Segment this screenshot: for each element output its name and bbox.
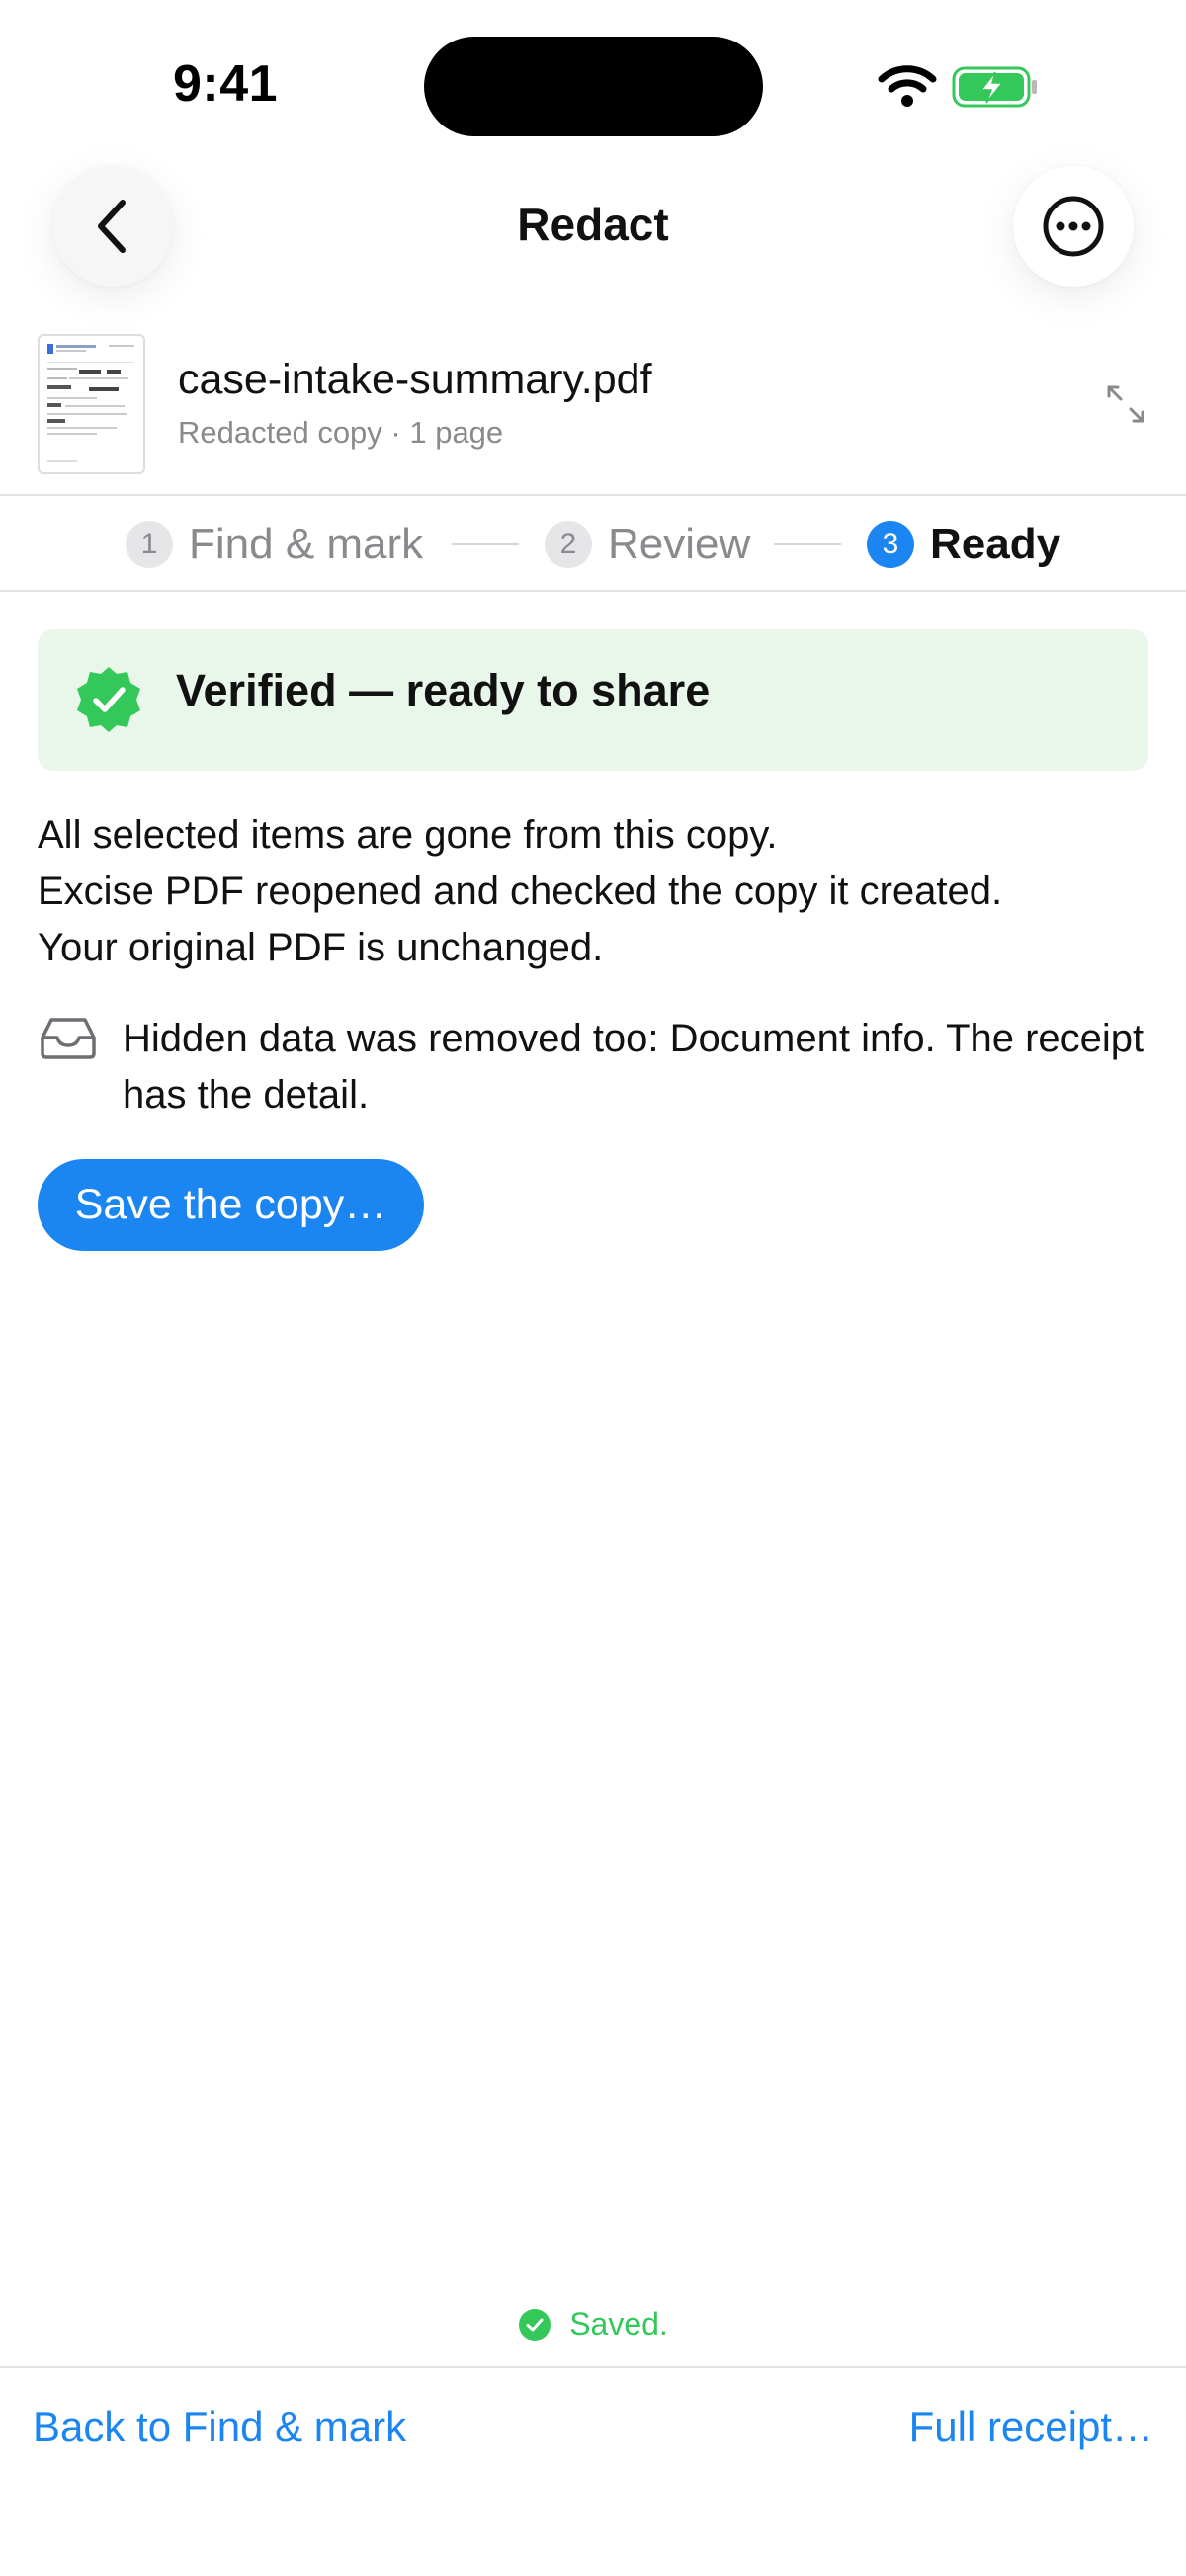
document-preview-icon [47, 344, 134, 462]
description-line: Excise PDF reopened and checked the copy… [38, 870, 1003, 913]
step-find-mark[interactable]: 1 Find & mark [126, 514, 423, 575]
step-number: 2 [545, 521, 592, 568]
dynamic-island [424, 37, 763, 136]
more-button[interactable] [1013, 166, 1134, 287]
wifi-icon [878, 65, 937, 107]
step-number: 3 [867, 521, 914, 568]
description-line: All selected items are gone from this co… [38, 813, 778, 857]
redact-screen: 9:41 Redact case-intake-summary.pdf Reda… [0, 0, 1186, 2576]
description-line: Your original PDF is unchanged. [38, 926, 604, 969]
verified-banner: Verified — ready to share [38, 629, 1148, 771]
step-connector [452, 543, 519, 545]
banner-text: Verified — ready to share [176, 665, 711, 715]
file-name: case-intake-summary.pdf [178, 356, 652, 403]
divider [0, 2366, 1186, 2368]
page-title: Redact [517, 199, 669, 250]
tray-icon [41, 1018, 96, 1059]
result-description: All selected items are gone from this co… [38, 807, 1002, 976]
status-time: 9:41 [173, 55, 279, 113]
pdf-thumbnail[interactable] [38, 334, 145, 474]
saved-text: Saved. [569, 2306, 668, 2342]
save-copy-button[interactable]: Save the copy… [38, 1159, 424, 1251]
step-review[interactable]: 2 Review [545, 514, 750, 575]
ellipsis-circle-icon [1043, 196, 1104, 257]
battery-charging-icon [952, 66, 1037, 108]
step-number: 1 [126, 521, 173, 568]
step-connector [774, 543, 841, 545]
back-to-find-mark-link[interactable]: Back to Find & mark [33, 2403, 406, 2451]
checkmark-circle-icon [519, 2308, 551, 2341]
saved-status: Saved. [0, 2306, 1186, 2343]
hidden-data-note: Hidden data was removed too: Document in… [123, 1017, 1144, 1117]
expand-icon[interactable] [1105, 383, 1146, 425]
full-receipt-link[interactable]: Full receipt… [909, 2403, 1153, 2451]
step-ready[interactable]: 3 Ready [867, 514, 1060, 575]
divider [0, 494, 1186, 496]
step-label: Find & mark [189, 520, 424, 568]
step-label: Ready [930, 520, 1061, 568]
verified-badge-icon [77, 667, 140, 732]
step-label: Review [608, 520, 751, 568]
divider [0, 590, 1186, 592]
file-subtitle: Redacted copy · 1 page [178, 415, 504, 450]
